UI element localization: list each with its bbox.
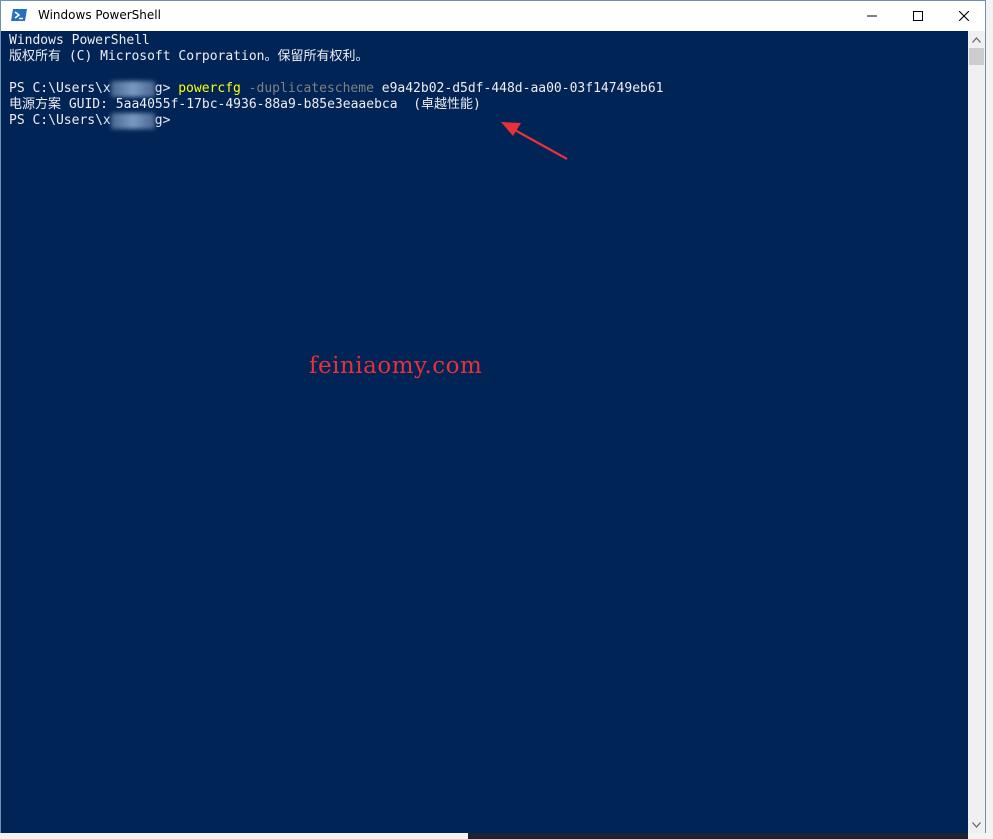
command-parameter: -duplicatescheme — [240, 81, 374, 96]
powershell-window: Windows PowerShell Windows PowerShell 版权… — [0, 0, 986, 833]
command-argument: e9a42b02-d5df-448d-aa00-03f14749eb61 — [373, 81, 664, 96]
maximize-icon — [913, 11, 923, 21]
scroll-up-icon — [972, 36, 981, 43]
vertical-scrollbar[interactable] — [968, 31, 985, 833]
close-icon — [959, 11, 969, 21]
console-command-line: PS C:\Users\x g> powercfg -duplicateschem… — [9, 81, 664, 97]
window-title: Windows PowerShell — [38, 8, 161, 22]
redacted-username — [110, 81, 155, 97]
console-prompt-line[interactable]: PS C:\Users\x g> — [9, 113, 170, 129]
command-name: powercfg — [178, 81, 241, 96]
scroll-down-icon — [972, 821, 981, 828]
watermark-text: feiniaomy.com — [309, 353, 483, 379]
console-copyright-line: 版权所有 (C) Microsoft Corporation。保留所有权利。 — [9, 49, 369, 64]
minimize-icon — [867, 15, 877, 17]
background-side — [986, 0, 993, 839]
console-result-line: 电源方案 GUID: 5aa4055f-17bc-4936-88a9-b85e3… — [9, 97, 481, 112]
scroll-up-button[interactable] — [968, 31, 985, 48]
prompt-prefix: PS C:\Users\x — [9, 113, 111, 128]
prompt-suffix: g> — [154, 113, 171, 128]
scroll-thumb[interactable] — [969, 48, 984, 65]
prompt-prefix: PS C:\Users\x — [9, 81, 111, 96]
console-header-line: Windows PowerShell — [9, 33, 150, 48]
maximize-button[interactable] — [895, 1, 941, 31]
title-bar[interactable]: Windows PowerShell — [1, 1, 985, 31]
redacted-username — [110, 113, 155, 129]
scroll-down-button[interactable] — [968, 816, 985, 833]
console-output-area[interactable]: Windows PowerShell 版权所有 (C) Microsoft Co… — [1, 31, 968, 833]
annotation-arrow — [501, 122, 568, 160]
minimize-button[interactable] — [849, 1, 895, 31]
prompt-suffix: g> — [154, 81, 179, 96]
powershell-icon — [11, 9, 27, 21]
close-button[interactable] — [941, 1, 987, 31]
